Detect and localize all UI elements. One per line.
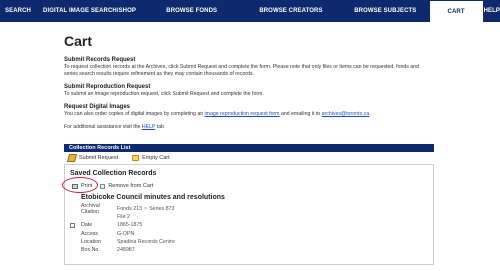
- submit-request-label: Submit Request: [79, 155, 119, 161]
- field-box-no: Box No. 248987: [81, 246, 175, 254]
- help-link[interactable]: HELP: [142, 124, 155, 130]
- nav-browse-fonds[interactable]: BROWSE FONDS: [144, 0, 240, 22]
- remove-icon: [100, 183, 106, 189]
- digital-text-mid: and emailing it to: [279, 111, 322, 117]
- submit-records-text: To request collection records at the Arc…: [64, 64, 419, 77]
- field-label: Access: [81, 230, 99, 237]
- print-button[interactable]: Print: [70, 182, 94, 190]
- reproduction-text: To submit an image reproduction request,…: [64, 91, 264, 97]
- nav-browse-subjects[interactable]: BROWSE SUBJECTS: [342, 0, 428, 22]
- field-label: Archival Citation: [81, 203, 100, 216]
- archives-email-link[interactable]: archives@toronto.ca: [322, 111, 370, 117]
- field-value: File 2: [117, 214, 130, 221]
- empty-cart-button[interactable]: Empty Cart: [132, 155, 170, 161]
- remove-from-cart-button[interactable]: Remove from Cart: [100, 183, 153, 189]
- printer-icon: [72, 183, 78, 189]
- digital-images-text: You can also order copies of digital ima…: [64, 111, 434, 118]
- field-date: Date 1865-1875: [81, 221, 175, 229]
- remove-label: Remove from Cart: [108, 183, 154, 189]
- submit-request-button[interactable]: Submit Request: [66, 154, 119, 162]
- digital-text-suffix: .: [369, 111, 371, 117]
- top-navigation: SEARCH DIGITAL IMAGE SEARCH/SHOP BROWSE …: [0, 0, 500, 22]
- citation-fonds-link[interactable]: Fonds 213: [117, 206, 142, 212]
- help-text-prefix: For additional assistance visit the: [64, 124, 142, 130]
- breadcrumb-arrow-icon: >: [144, 206, 148, 213]
- field-value: G-OPN: [117, 230, 135, 237]
- field-access: Access G-OPN: [81, 230, 175, 238]
- pencil-icon: [66, 154, 78, 162]
- nav-digital-image-search[interactable]: DIGITAL IMAGE SEARCH/SHOP: [35, 0, 143, 22]
- record-title: Etobicoke Council minutes and resolution…: [81, 194, 225, 201]
- field-value: Spadina Records Centre: [117, 238, 176, 245]
- help-text: For additional assistance visit the HELP…: [64, 124, 434, 131]
- field-value: 248987: [117, 247, 135, 254]
- record-fields: Archival Citation Fonds 213 > Series 873…: [81, 203, 175, 254]
- reproduction-heading: Submit Reproduction Request: [64, 84, 151, 90]
- field-label: Date: [81, 222, 93, 229]
- field-label: Box No.: [81, 247, 100, 254]
- field-archival-citation: Archival Citation Fonds 213 > Series 873: [81, 203, 175, 216]
- citation-series-link[interactable]: Series 873: [149, 206, 174, 212]
- field-location: Location Spadina Records Centre: [81, 238, 175, 246]
- help-text-suffix: tab: [155, 124, 164, 130]
- saved-actions: Print Remove from Cart: [70, 182, 153, 190]
- cart-icon: [132, 155, 140, 161]
- empty-cart-label: Empty Cart: [142, 155, 170, 161]
- nav-help[interactable]: HELP: [484, 0, 500, 22]
- field-label: Location: [81, 238, 102, 245]
- submit-records-heading: Submit Records Request: [64, 57, 136, 63]
- nav-search[interactable]: SEARCH: [0, 0, 35, 22]
- print-label: Print: [81, 183, 93, 189]
- nav-browse-creators[interactable]: BROWSE CREATORS: [240, 0, 342, 22]
- record-checkbox[interactable]: [70, 223, 75, 228]
- list-actions: Submit Request Empty Cart: [64, 153, 434, 163]
- digital-images-heading: Request Digital Images: [64, 104, 131, 110]
- cart-info: Cart Submit Records Request To request c…: [64, 33, 434, 137]
- field-value: 1865-1875: [117, 222, 143, 229]
- collection-records-list-header: Collection Records List: [64, 144, 434, 152]
- page-title: Cart: [64, 33, 93, 49]
- nav-cart[interactable]: CART: [428, 0, 484, 22]
- digital-text-prefix: You can also order copies of digital ima…: [64, 111, 205, 117]
- image-reproduction-form-link[interactable]: image reproduction request form: [205, 111, 280, 117]
- saved-records-title: Saved Collection Records: [70, 170, 157, 177]
- saved-records-panel: Saved Collection Records Print Remove fr…: [62, 164, 434, 265]
